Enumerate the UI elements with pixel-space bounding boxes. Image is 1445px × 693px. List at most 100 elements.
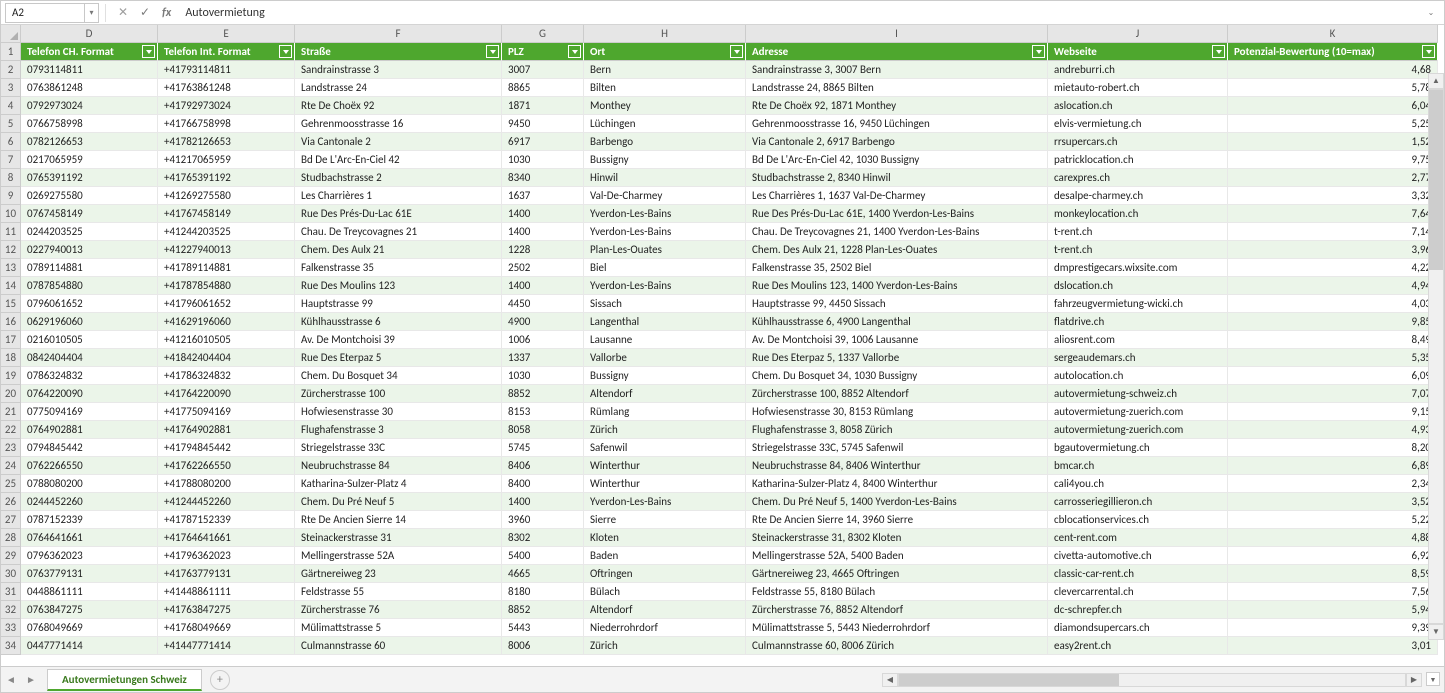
cell-f-34[interactable]: Culmannstrasse 60 xyxy=(295,637,502,655)
row-header-2[interactable]: 2 xyxy=(1,61,21,79)
cell-h-20[interactable]: Altendorf xyxy=(584,385,746,403)
cancel-icon[interactable]: ✕ xyxy=(114,4,132,22)
cell-d-27[interactable]: 0787152339 xyxy=(21,511,158,529)
cell-i-16[interactable]: Kühlhausstrasse 6, 4900 Langenthal xyxy=(746,313,1048,331)
cell-i-3[interactable]: Landstrasse 24, 8865 Bilten xyxy=(746,79,1048,97)
cell-j-5[interactable]: elvis-vermietung.ch xyxy=(1048,115,1228,133)
cell-j-31[interactable]: clevercarrental.ch xyxy=(1048,583,1228,601)
col-header-H[interactable]: H xyxy=(584,25,746,43)
cell-h-19[interactable]: Bussigny xyxy=(584,367,746,385)
cell-d-2[interactable]: 0793114811 xyxy=(21,61,158,79)
cell-e-16[interactable]: +41629196060 xyxy=(158,313,295,331)
table-header-i[interactable]: Adresse xyxy=(746,43,1048,61)
cell-f-21[interactable]: Hofwiesenstrasse 30 xyxy=(295,403,502,421)
cell-e-9[interactable]: +41269275580 xyxy=(158,187,295,205)
cell-f-9[interactable]: Les Charrières 1 xyxy=(295,187,502,205)
cell-g-9[interactable]: 1637 xyxy=(502,187,584,205)
cell-g-23[interactable]: 5745 xyxy=(502,439,584,457)
cell-e-33[interactable]: +41768049669 xyxy=(158,619,295,637)
cell-e-18[interactable]: +41842404404 xyxy=(158,349,295,367)
sheet-tab-active[interactable]: Autovermietungen Schweiz xyxy=(47,669,202,691)
cell-k-32[interactable]: 5,94 xyxy=(1228,601,1438,619)
cell-i-4[interactable]: Rte De Choëx 92, 1871 Monthey xyxy=(746,97,1048,115)
cell-h-8[interactable]: Hinwil xyxy=(584,169,746,187)
cell-g-13[interactable]: 2502 xyxy=(502,259,584,277)
cell-g-5[interactable]: 9450 xyxy=(502,115,584,133)
cell-e-25[interactable]: +41788080200 xyxy=(158,475,295,493)
row-header-31[interactable]: 31 xyxy=(1,583,21,601)
cell-h-24[interactable]: Winterthur xyxy=(584,457,746,475)
cell-h-31[interactable]: Bülach xyxy=(584,583,746,601)
cell-e-28[interactable]: +41764641661 xyxy=(158,529,295,547)
table-header-e[interactable]: Telefon Int. Format xyxy=(158,43,295,61)
cell-j-22[interactable]: autovermietung-zuerich.com xyxy=(1048,421,1228,439)
cell-k-29[interactable]: 6,92 xyxy=(1228,547,1438,565)
row-header-21[interactable]: 21 xyxy=(1,403,21,421)
cell-f-6[interactable]: Via Cantonale 2 xyxy=(295,133,502,151)
vertical-scrollbar[interactable]: ▲ ▼ xyxy=(1428,73,1444,640)
col-header-F[interactable]: F xyxy=(295,25,502,43)
cell-j-21[interactable]: autovermietung-zuerich.com xyxy=(1048,403,1228,421)
cell-j-15[interactable]: fahrzeugvermietung-wicki.ch xyxy=(1048,295,1228,313)
cell-i-28[interactable]: Steinackerstrasse 31, 8302 Kloten xyxy=(746,529,1048,547)
cell-i-12[interactable]: Chem. Des Aulx 21, 1228 Plan-Les-Ouates xyxy=(746,241,1048,259)
cell-e-17[interactable]: +41216010505 xyxy=(158,331,295,349)
cell-h-30[interactable]: Oftringen xyxy=(584,565,746,583)
cell-d-19[interactable]: 0786324832 xyxy=(21,367,158,385)
cell-h-28[interactable]: Kloten xyxy=(584,529,746,547)
row-header-14[interactable]: 14 xyxy=(1,277,21,295)
row-header-22[interactable]: 22 xyxy=(1,421,21,439)
cell-d-18[interactable]: 0842404404 xyxy=(21,349,158,367)
cell-j-16[interactable]: flatdrive.ch xyxy=(1048,313,1228,331)
cell-i-13[interactable]: Falkenstrasse 35, 2502 Biel xyxy=(746,259,1048,277)
cell-j-25[interactable]: cali4you.ch xyxy=(1048,475,1228,493)
cell-j-19[interactable]: autolocation.ch xyxy=(1048,367,1228,385)
cell-k-26[interactable]: 3,52 xyxy=(1228,493,1438,511)
cell-h-3[interactable]: Bilten xyxy=(584,79,746,97)
cell-h-33[interactable]: Niederrohrdorf xyxy=(584,619,746,637)
cell-f-18[interactable]: Rue Des Eterpaz 5 xyxy=(295,349,502,367)
cell-d-26[interactable]: 0244452260 xyxy=(21,493,158,511)
cell-f-5[interactable]: Gehrenmoosstrasse 16 xyxy=(295,115,502,133)
cell-d-12[interactable]: 0227940013 xyxy=(21,241,158,259)
cell-j-24[interactable]: bmcar.ch xyxy=(1048,457,1228,475)
cell-h-25[interactable]: Winterthur xyxy=(584,475,746,493)
col-header-J[interactable]: J xyxy=(1048,25,1228,43)
cell-f-31[interactable]: Feldstrasse 55 xyxy=(295,583,502,601)
cell-h-27[interactable]: Sierre xyxy=(584,511,746,529)
cell-f-23[interactable]: Striegelstrasse 33C xyxy=(295,439,502,457)
cell-e-21[interactable]: +41775094169 xyxy=(158,403,295,421)
row-header-20[interactable]: 20 xyxy=(1,385,21,403)
cell-h-15[interactable]: Sissach xyxy=(584,295,746,313)
cell-g-4[interactable]: 1871 xyxy=(502,97,584,115)
cell-d-14[interactable]: 0787854880 xyxy=(21,277,158,295)
cell-e-8[interactable]: +41765391192 xyxy=(158,169,295,187)
cell-f-20[interactable]: Zürcherstrasse 100 xyxy=(295,385,502,403)
cell-h-21[interactable]: Rümlang xyxy=(584,403,746,421)
cell-i-14[interactable]: Rue Des Moulins 123, 1400 Yverdon-Les-Ba… xyxy=(746,277,1048,295)
cell-g-17[interactable]: 1006 xyxy=(502,331,584,349)
cell-i-20[interactable]: Zürcherstrasse 100, 8852 Altendorf xyxy=(746,385,1048,403)
cell-h-12[interactable]: Plan-Les-Ouates xyxy=(584,241,746,259)
row-header-32[interactable]: 32 xyxy=(1,601,21,619)
cell-i-24[interactable]: Neubruchstrasse 84, 8406 Winterthur xyxy=(746,457,1048,475)
cell-j-17[interactable]: aliosrent.com xyxy=(1048,331,1228,349)
cell-i-19[interactable]: Chem. Du Bosquet 34, 1030 Bussigny xyxy=(746,367,1048,385)
cell-h-26[interactable]: Yverdon-Les-Bains xyxy=(584,493,746,511)
cell-h-9[interactable]: Val-De-Charmey xyxy=(584,187,746,205)
row-header-19[interactable]: 19 xyxy=(1,367,21,385)
cell-f-15[interactable]: Hauptstrasse 99 xyxy=(295,295,502,313)
cell-h-10[interactable]: Yverdon-Les-Bains xyxy=(584,205,746,223)
col-header-G[interactable]: G xyxy=(502,25,584,43)
cell-k-13[interactable]: 4,22 xyxy=(1228,259,1438,277)
row-header-13[interactable]: 13 xyxy=(1,259,21,277)
cell-i-32[interactable]: Zürcherstrasse 76, 8852 Altendorf xyxy=(746,601,1048,619)
cell-f-2[interactable]: Sandrainstrasse 3 xyxy=(295,61,502,79)
row-header-24[interactable]: 24 xyxy=(1,457,21,475)
cell-j-18[interactable]: sergeaudemars.ch xyxy=(1048,349,1228,367)
cell-i-9[interactable]: Les Charrières 1, 1637 Val-De-Charmey xyxy=(746,187,1048,205)
cell-j-30[interactable]: classic-car-rent.ch xyxy=(1048,565,1228,583)
cell-e-13[interactable]: +41789114881 xyxy=(158,259,295,277)
col-header-D[interactable]: D xyxy=(21,25,158,43)
cell-e-4[interactable]: +41792973024 xyxy=(158,97,295,115)
